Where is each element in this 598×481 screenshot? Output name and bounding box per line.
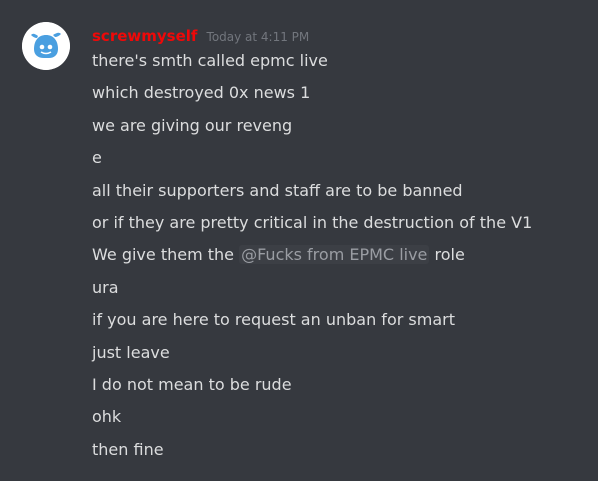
message-group: screwmyself Today at 4:11 PM there's smt… (0, 0, 598, 481)
message-content: there's smth called epmc live which dest… (92, 47, 592, 468)
message-line: which destroyed 0x news 1 (92, 83, 311, 103)
message-line-suffix: role (429, 245, 465, 265)
message-line: we are giving our reveng (92, 115, 293, 135)
message-line: or if they are pretty critical in the de… (92, 212, 533, 232)
message-line: then fine (92, 439, 164, 459)
message-line: there's smth called epmc live (92, 51, 328, 70)
message-line: ura (92, 277, 119, 297)
message-line-prefix: We give them the (92, 245, 234, 265)
role-mention[interactable]: @Fucks from EPMC live (239, 245, 430, 265)
message-line: I do not mean to be rude (92, 374, 292, 394)
message-line: ohk (92, 407, 122, 427)
message-line: all their supporters and staff are to be… (92, 180, 463, 200)
message-line: if you are here to request an unban for … (92, 310, 455, 330)
discord-logo-avatar-icon (22, 22, 70, 70)
username[interactable]: screwmyself (92, 27, 197, 45)
message-line-with-mention: We give them the @Fucks from EPMC live r… (92, 241, 592, 273)
timestamp[interactable]: Today at 4:11 PM (207, 30, 310, 44)
message-line: just leave (92, 342, 170, 362)
message-line: e (92, 148, 102, 168)
user-avatar[interactable] (22, 22, 70, 70)
message-header: screwmyself Today at 4:11 PM (92, 26, 309, 46)
